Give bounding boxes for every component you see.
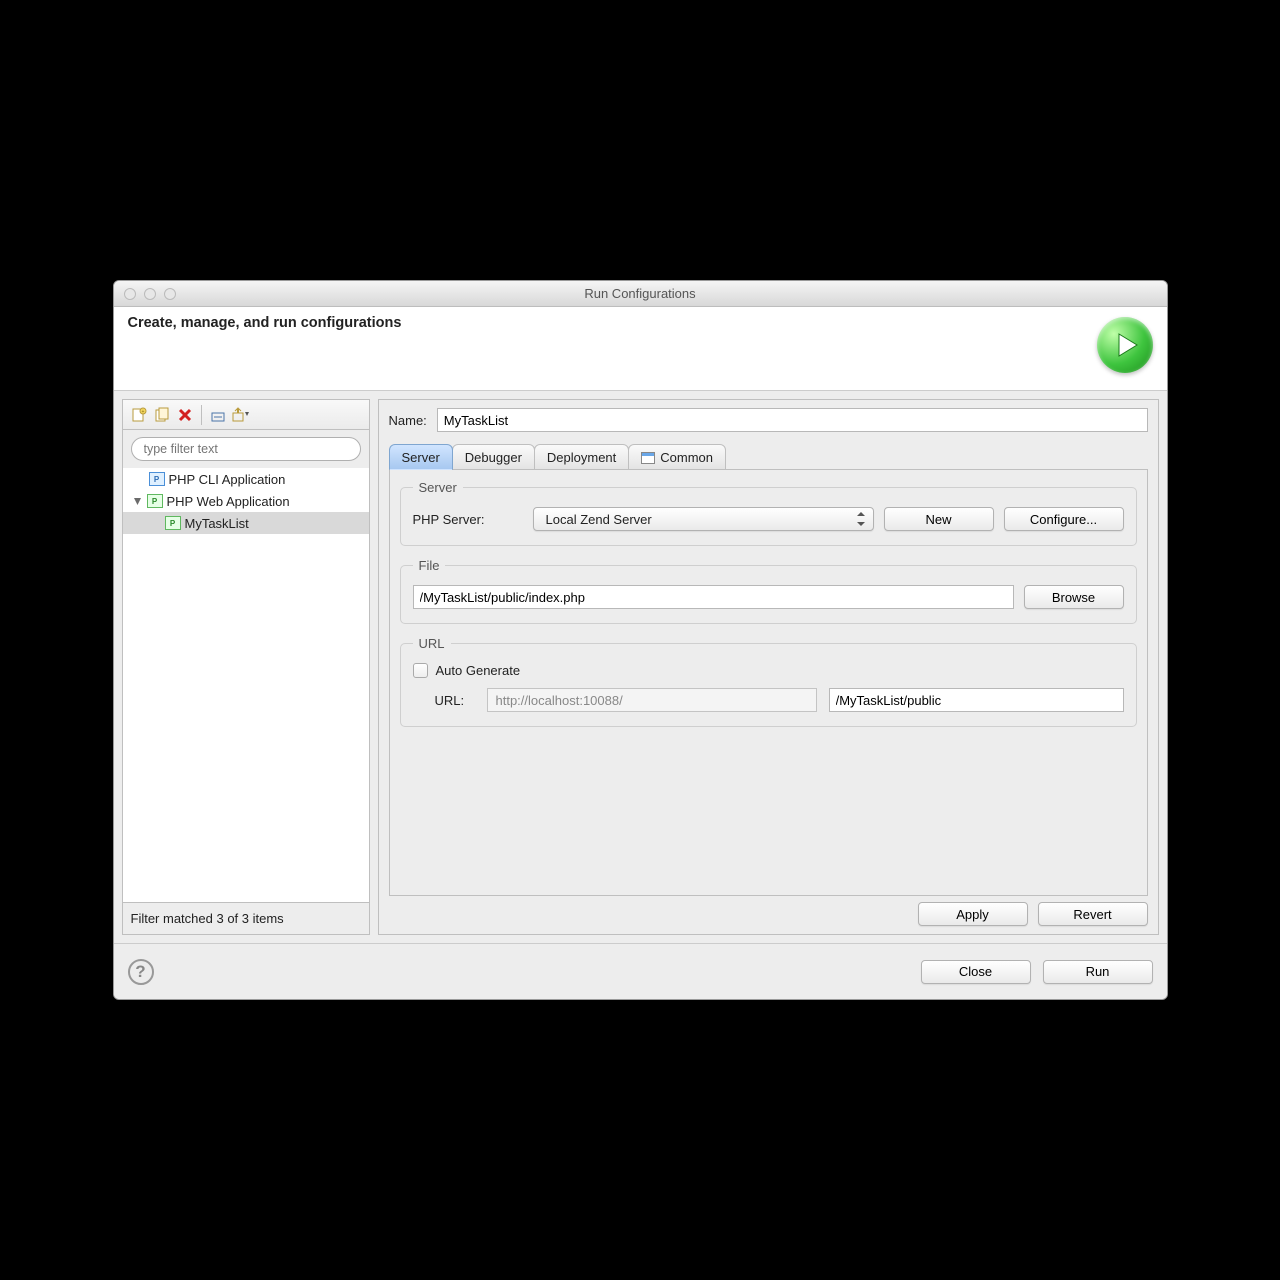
php-server-label: PHP Server: xyxy=(413,512,523,527)
url-path-input[interactable] xyxy=(829,688,1124,712)
window-title: Run Configurations xyxy=(114,286,1167,301)
tabs: Server Debugger Deployment Common xyxy=(389,442,1148,470)
url-label: URL: xyxy=(435,693,475,708)
tree-item-label: PHP CLI Application xyxy=(169,472,286,487)
header-title: Create, manage, and run configurations xyxy=(128,315,402,331)
run-orb-icon xyxy=(1097,317,1153,373)
file-legend: File xyxy=(413,558,446,573)
tree-item-label: MyTaskList xyxy=(185,516,249,531)
new-server-button[interactable]: New xyxy=(884,507,994,531)
browse-button[interactable]: Browse xyxy=(1024,585,1124,609)
filter-input[interactable] xyxy=(131,437,361,461)
footer: ? Close Run xyxy=(114,943,1167,999)
disclosure-triangle-icon[interactable] xyxy=(133,496,143,506)
tree-item-label: PHP Web Application xyxy=(167,494,290,509)
configure-server-button[interactable]: Configure... xyxy=(1004,507,1124,531)
url-fieldset: URL Auto Generate URL: http://localhost:… xyxy=(400,636,1137,727)
config-detail-panel: Name: Server Debugger Deployment Common … xyxy=(378,399,1159,935)
svg-text:+: + xyxy=(141,409,144,415)
php-web-icon: P xyxy=(165,516,181,530)
header: Create, manage, and run configurations xyxy=(114,307,1167,391)
file-fieldset: File Browse xyxy=(400,558,1137,624)
file-path-input[interactable] xyxy=(413,585,1014,609)
url-base-readonly: http://localhost:10088/ xyxy=(487,688,817,712)
filter-settings-icon[interactable] xyxy=(231,405,251,425)
help-icon[interactable]: ? xyxy=(128,959,154,985)
duplicate-config-icon[interactable] xyxy=(152,405,172,425)
detail-actions: Apply Revert xyxy=(389,902,1148,926)
collapse-all-icon[interactable] xyxy=(208,405,228,425)
config-list-panel: + P PHP CLI Appl xyxy=(122,399,370,935)
run-configurations-window: Run Configurations Create, manage, and r… xyxy=(113,280,1168,1000)
server-fieldset: Server PHP Server: Local Zend Server New… xyxy=(400,480,1137,546)
close-button[interactable]: Close xyxy=(921,960,1031,984)
php-web-icon: P xyxy=(147,494,163,508)
body: + P PHP CLI Appl xyxy=(114,391,1167,943)
name-label: Name: xyxy=(389,413,427,428)
common-tab-icon xyxy=(641,452,655,464)
new-config-icon[interactable]: + xyxy=(129,405,149,425)
tree-item-mytasklist[interactable]: P MyTaskList xyxy=(123,512,369,534)
tab-deployment[interactable]: Deployment xyxy=(534,444,629,470)
apply-button[interactable]: Apply xyxy=(918,902,1028,926)
php-icon: P xyxy=(149,472,165,486)
tree-item-php-web[interactable]: P PHP Web Application xyxy=(123,490,369,512)
tab-common[interactable]: Common xyxy=(628,444,726,470)
tree-item-php-cli[interactable]: P PHP CLI Application xyxy=(123,468,369,490)
name-input[interactable] xyxy=(437,408,1148,432)
server-tab-content: Server PHP Server: Local Zend Server New… xyxy=(389,470,1148,896)
revert-button[interactable]: Revert xyxy=(1038,902,1148,926)
titlebar: Run Configurations xyxy=(114,281,1167,307)
delete-config-icon[interactable] xyxy=(175,405,195,425)
filter-status: Filter matched 3 of 3 items xyxy=(123,902,369,934)
url-legend: URL xyxy=(413,636,451,651)
run-button[interactable]: Run xyxy=(1043,960,1153,984)
auto-generate-checkbox[interactable] xyxy=(413,663,428,678)
server-legend: Server xyxy=(413,480,463,495)
php-server-select[interactable]: Local Zend Server xyxy=(533,507,874,531)
name-row: Name: xyxy=(389,408,1148,432)
config-tree[interactable]: P PHP CLI Application P PHP Web Applicat… xyxy=(123,468,369,902)
tab-server[interactable]: Server xyxy=(389,444,453,470)
config-toolbar: + xyxy=(123,400,369,430)
auto-generate-label: Auto Generate xyxy=(436,663,521,678)
tab-debugger[interactable]: Debugger xyxy=(452,444,535,470)
